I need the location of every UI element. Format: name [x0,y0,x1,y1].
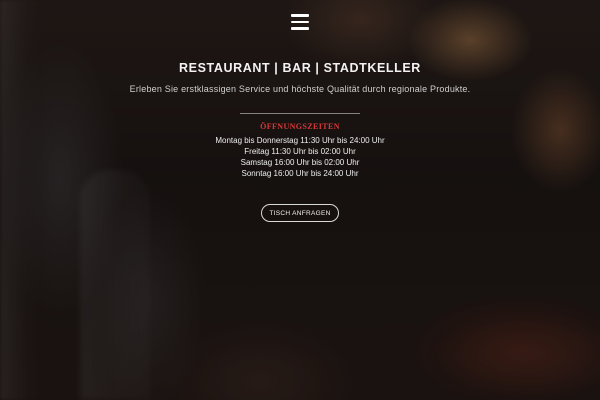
opening-hours-line: Samstag 16:00 Uhr bis 02:00 Uhr [240,158,360,167]
page-title: RESTAURANT | BAR | STADTKELLER [179,61,421,75]
opening-hours-line: Freitag 11:30 Uhr bis 02:00 Uhr [244,147,356,156]
opening-hours-line: Sonntag 16:00 Uhr bis 24:00 Uhr [241,169,359,178]
menu-bar [291,27,309,30]
divider [240,113,360,114]
menu-bar [291,14,309,17]
opening-hours-heading: ÖFFNUNGSZEITEN [260,122,340,131]
hamburger-menu-icon[interactable] [291,14,309,30]
opening-hours-line: Montag bis Donnerstag 11:30 Uhr bis 24:0… [215,136,385,145]
background-photo [0,0,600,400]
page-subtitle: Erleben Sie erstklassigen Service und hö… [129,84,471,94]
opening-hours-list: Montag bis Donnerstag 11:30 Uhr bis 24:0… [0,135,600,179]
dark-overlay [0,0,600,400]
request-table-button[interactable]: TISCH ANFRAGEN [261,204,339,222]
menu-bar [291,20,309,23]
